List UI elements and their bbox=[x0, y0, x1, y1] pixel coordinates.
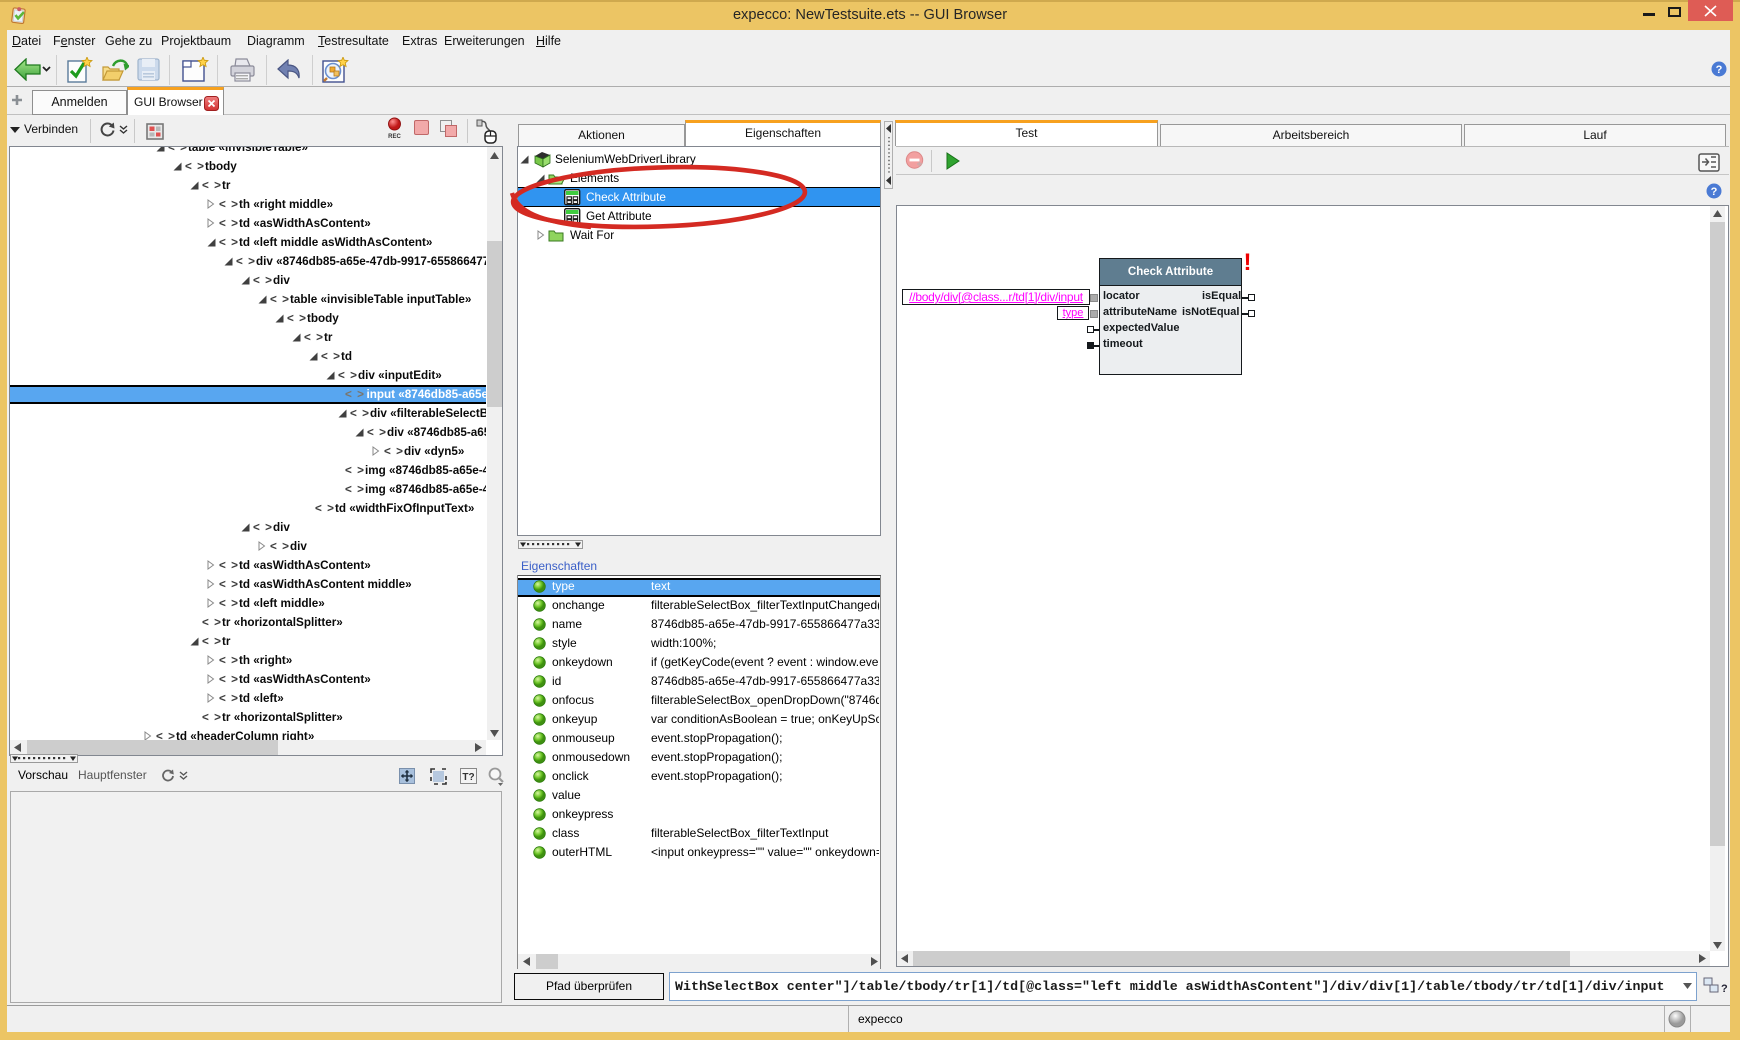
svg-text:REC: REC bbox=[388, 134, 401, 139]
svg-text:?: ? bbox=[1711, 186, 1718, 198]
svg-text:?: ? bbox=[1721, 983, 1728, 995]
svg-text:T?: T? bbox=[462, 772, 474, 783]
svg-text:?: ? bbox=[1716, 64, 1723, 76]
